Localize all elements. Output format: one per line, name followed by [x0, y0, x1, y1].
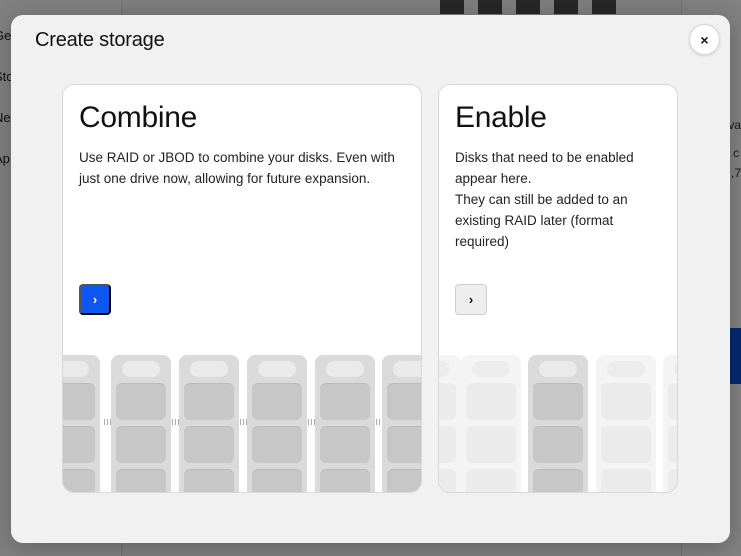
chevron-right-icon: ›	[92, 292, 98, 307]
create-storage-dialog: Create storage × Combine Use RAID or JBO…	[11, 15, 730, 543]
drive-icon	[461, 355, 521, 492]
enable-description-line: They can still be added to an existing R…	[455, 192, 628, 249]
combine-description-text: Use RAID or JBOD to combine your disks. …	[79, 150, 395, 186]
drive-icon	[179, 355, 239, 492]
enable-drives-illustration	[439, 355, 677, 492]
enable-title: Enable	[455, 101, 547, 134]
drive-icon	[663, 355, 677, 492]
enable-card[interactable]: Enable Disks that need to be enabled app…	[438, 84, 678, 493]
enable-description: Disks that need to be enabled appear her…	[455, 147, 655, 252]
drive-icon	[382, 355, 421, 492]
dialog-title: Create storage	[35, 29, 165, 51]
combine-next-button[interactable]: ›	[79, 284, 111, 315]
drive-icon	[315, 355, 375, 492]
drive-icon	[528, 355, 588, 492]
drive-icon	[247, 355, 307, 492]
link-icon	[240, 419, 247, 425]
drive-icon	[439, 355, 461, 492]
chevron-right-icon: ›	[468, 292, 474, 307]
link-icon	[172, 419, 179, 425]
drive-icon	[596, 355, 656, 492]
raid-drives-illustration	[63, 355, 421, 492]
close-button[interactable]: ×	[689, 24, 720, 55]
link-icon	[104, 419, 111, 425]
drive-icon	[63, 355, 100, 492]
combine-title: Combine	[79, 101, 197, 134]
combine-card[interactable]: Combine Use RAID or JBOD to combine your…	[62, 84, 422, 493]
combine-description: Use RAID or JBOD to combine your disks. …	[79, 147, 409, 189]
enable-description-line: Disks that need to be enabled appear her…	[455, 150, 634, 186]
drive-icon	[111, 355, 171, 492]
link-icon	[308, 419, 315, 425]
enable-next-button[interactable]: ›	[455, 284, 487, 315]
close-icon: ×	[700, 31, 709, 48]
